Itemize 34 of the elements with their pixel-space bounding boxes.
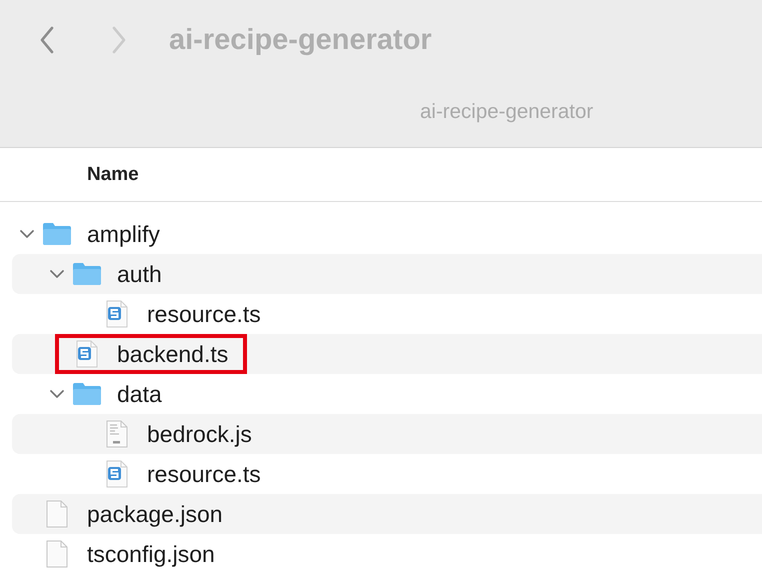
file-name[interactable]: resource.ts — [147, 300, 261, 328]
file-name[interactable]: package.json — [87, 500, 223, 528]
list-row[interactable]: auth — [12, 254, 762, 294]
file-name[interactable]: backend.ts — [117, 340, 228, 368]
list-row[interactable]: resource.ts — [12, 294, 762, 334]
disclosure-chevron-icon[interactable] — [19, 227, 35, 241]
list-row[interactable]: package.json — [12, 494, 762, 534]
typescript-file-icon — [76, 340, 98, 368]
file-name[interactable]: data — [117, 380, 162, 408]
path-label: ai-recipe-generator — [420, 100, 594, 123]
back-button[interactable] — [38, 24, 56, 56]
typescript-file-icon — [106, 460, 128, 488]
file-name[interactable]: auth — [117, 260, 162, 288]
file-name[interactable]: resource.ts — [147, 460, 261, 488]
window-title: ai-recipe-generator — [169, 24, 432, 56]
typescript-file-icon — [106, 300, 128, 328]
folder-icon — [72, 382, 102, 406]
list-row[interactable]: amplify — [12, 214, 762, 254]
disclosure-chevron-icon[interactable] — [49, 387, 65, 401]
folder-icon — [72, 262, 102, 286]
list-row[interactable]: resource.ts — [12, 454, 762, 494]
column-header[interactable]: Name — [87, 164, 139, 186]
javascript-file-icon — [106, 420, 128, 448]
file-name[interactable]: bedrock.js — [147, 420, 252, 448]
document-icon — [46, 500, 68, 528]
document-icon — [46, 540, 68, 568]
list-row[interactable]: bedrock.js — [12, 414, 762, 454]
list-row[interactable]: data — [12, 374, 762, 414]
list-row[interactable]: backend.ts — [12, 334, 762, 374]
disclosure-chevron-icon[interactable] — [49, 267, 65, 281]
file-name[interactable]: tsconfig.json — [87, 540, 215, 568]
list-row[interactable]: tsconfig.json — [12, 534, 762, 574]
file-name[interactable]: amplify — [87, 220, 160, 248]
folder-icon — [42, 222, 72, 246]
